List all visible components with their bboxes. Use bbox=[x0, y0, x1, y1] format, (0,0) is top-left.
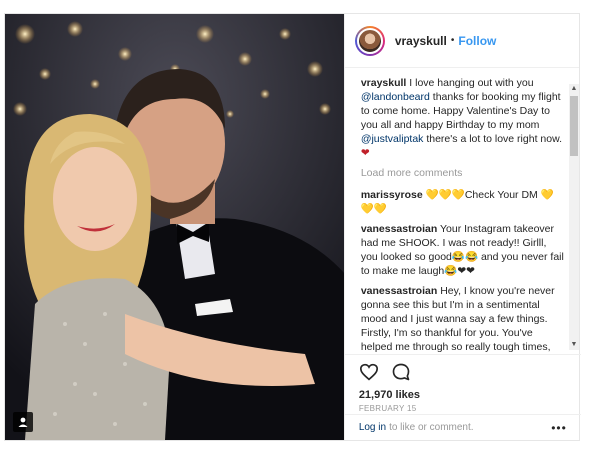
post-sidebar: vrayskull • Follow vrayskull I love hang… bbox=[343, 14, 581, 440]
comments-scrollbar[interactable]: ▲ ▼ bbox=[569, 84, 579, 350]
instagram-post: vrayskull • Follow vrayskull I love hang… bbox=[4, 13, 581, 441]
login-link[interactable]: Log in bbox=[359, 422, 386, 433]
comments-section: vrayskull I love hanging out with you @l… bbox=[345, 68, 581, 352]
login-bar: Log in to like or comment. ••• bbox=[344, 414, 581, 440]
post-actions: 21,970 likes February 15 bbox=[344, 354, 581, 414]
comment-username[interactable]: vanessastroian bbox=[361, 285, 437, 297]
user-tag-icon bbox=[18, 417, 28, 427]
comment-username[interactable]: vanessastroian bbox=[361, 223, 437, 235]
caption-text-1: I love hanging out with you bbox=[406, 77, 534, 89]
couple-photo bbox=[5, 14, 344, 440]
header-separator: • bbox=[450, 35, 455, 46]
user-tag-button[interactable] bbox=[13, 412, 33, 432]
caption-mention-1[interactable]: @landonbeard bbox=[361, 91, 430, 103]
caption-mention-2[interactable]: @justvaliptak bbox=[361, 133, 424, 145]
post-date[interactable]: February 15 bbox=[359, 404, 567, 413]
heart-emoji: ❤ bbox=[360, 147, 370, 159]
caption: vrayskull I love hanging out with you @l… bbox=[361, 76, 565, 160]
comment-item: marissyrose 💛💛💛Check Your DM 💛💛💛 bbox=[361, 188, 565, 216]
comment-username[interactable]: marissyrose bbox=[361, 189, 423, 201]
comment-item: vanessastroian Your Instagram takeover h… bbox=[361, 222, 565, 278]
heart-icon[interactable] bbox=[359, 363, 379, 381]
post-header: vrayskull • Follow bbox=[344, 14, 579, 68]
post-photo[interactable] bbox=[5, 14, 344, 440]
scroll-thumb[interactable] bbox=[570, 96, 578, 156]
avatar[interactable] bbox=[354, 25, 385, 56]
comment-icon[interactable] bbox=[391, 362, 411, 382]
caption-text-3: there's a lot to love right now. bbox=[423, 133, 563, 145]
scroll-down-arrow-icon[interactable]: ▼ bbox=[569, 340, 579, 350]
follow-button[interactable]: Follow bbox=[458, 34, 496, 48]
caption-username[interactable]: vrayskull bbox=[361, 77, 407, 89]
login-text: to like or comment. bbox=[389, 422, 474, 433]
more-options-icon[interactable]: ••• bbox=[551, 421, 567, 435]
scroll-up-arrow-icon[interactable]: ▲ bbox=[569, 84, 579, 94]
header-username[interactable]: vrayskull bbox=[395, 34, 447, 48]
comment-item: vanessastroian Hey, I know you're never … bbox=[361, 284, 565, 352]
likes-count[interactable]: 21,970 likes bbox=[359, 389, 567, 401]
load-more-comments[interactable]: Load more comments bbox=[361, 166, 565, 180]
